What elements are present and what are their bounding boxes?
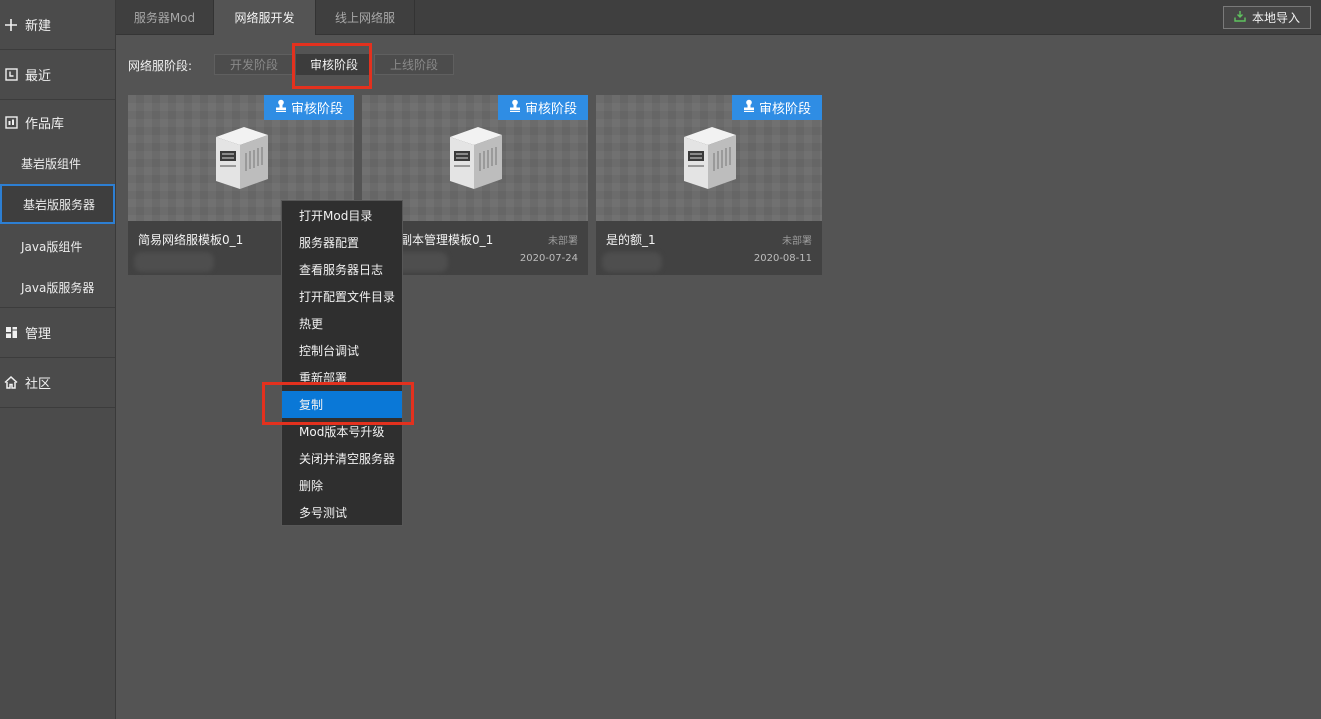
menu-item-view-logs[interactable]: 查看服务器日志 bbox=[282, 256, 402, 283]
plus-icon bbox=[4, 18, 18, 32]
redacted-text bbox=[134, 252, 214, 272]
stage-option-label: 审核阶段 bbox=[309, 58, 358, 72]
nav-new[interactable]: 新建 bbox=[0, 0, 115, 50]
server-card[interactable]: 审核阶段 是的额_1 未部署 2020-08-11 bbox=[596, 95, 822, 275]
card-date: 2020-08-11 bbox=[753, 253, 812, 264]
badge-label: 审核阶段 bbox=[290, 102, 343, 117]
nav-library[interactable]: 作品库 bbox=[0, 100, 115, 145]
nav-community-label: 社区 bbox=[25, 377, 52, 392]
sidebar-item-label: Java版组件 bbox=[21, 239, 83, 254]
sidebar: 新建 最近 作品库 基岩版组件 基岩版服务器 Java版组件 Java版服务器 … bbox=[0, 0, 116, 719]
menu-item-label: 打开配置文件目录 bbox=[299, 290, 396, 304]
stage-option-label: 上线阶段 bbox=[389, 58, 438, 72]
server-icon bbox=[450, 127, 502, 189]
tab-label: 网络服开发 bbox=[234, 11, 295, 25]
card-date: 2020-07-24 bbox=[519, 253, 578, 264]
nav-recent[interactable]: 最近 bbox=[0, 50, 115, 100]
badge-label: 审核阶段 bbox=[758, 102, 811, 117]
local-import-button[interactable]: 本地导入 bbox=[1223, 6, 1311, 29]
stage-badge: 审核阶段 bbox=[732, 95, 822, 120]
stage-review-button[interactable]: 审核阶段 bbox=[296, 54, 372, 75]
server-icon bbox=[684, 127, 736, 189]
user-stamp-icon bbox=[275, 99, 287, 116]
nav-community[interactable]: 社区 bbox=[0, 358, 115, 408]
sidebar-item-java-server[interactable]: Java版服务器 bbox=[0, 267, 115, 308]
menu-item-close-clear-server[interactable]: 关闭并清空服务器 bbox=[282, 445, 402, 472]
menu-item-redeploy[interactable]: 重新部署 bbox=[282, 364, 402, 391]
menu-item-server-config[interactable]: 服务器配置 bbox=[282, 229, 402, 256]
menu-item-label: 复制 bbox=[299, 398, 324, 412]
stage-dev-button[interactable]: 开发阶段 bbox=[214, 54, 294, 75]
local-import-label: 本地导入 bbox=[1251, 11, 1300, 25]
nav-manage[interactable]: 管理 bbox=[0, 308, 115, 358]
nav-manage-label: 管理 bbox=[25, 327, 52, 342]
menu-item-hot-update[interactable]: 热更 bbox=[282, 310, 402, 337]
user-stamp-icon bbox=[743, 99, 755, 116]
context-menu: 打开Mod目录 服务器配置 查看服务器日志 打开配置文件目录 热更 控制台调试 … bbox=[281, 200, 403, 526]
menu-item-open-config-dir[interactable]: 打开配置文件目录 bbox=[282, 283, 402, 310]
stage-badge: 审核阶段 bbox=[498, 95, 588, 120]
menu-item-open-mod-dir[interactable]: 打开Mod目录 bbox=[282, 202, 402, 229]
sidebar-item-label: 基岩版组件 bbox=[21, 156, 82, 171]
manage-icon bbox=[4, 326, 18, 340]
menu-item-label: 打开Mod目录 bbox=[299, 209, 373, 223]
deploy-status: 未部署 bbox=[548, 236, 578, 247]
server-icon bbox=[216, 127, 268, 189]
card-title: 线副本管理模板0_1 bbox=[388, 233, 494, 247]
sidebar-item-label: Java版服务器 bbox=[21, 280, 95, 295]
user-stamp-icon bbox=[509, 99, 521, 116]
home-icon bbox=[4, 376, 18, 390]
library-icon bbox=[4, 116, 18, 130]
badge-label: 审核阶段 bbox=[524, 102, 577, 117]
menu-item-label: 热更 bbox=[299, 317, 324, 331]
menu-item-console-debug[interactable]: 控制台调试 bbox=[282, 337, 402, 364]
tab-label: 线上网络服 bbox=[334, 11, 395, 25]
menu-item-label: 关闭并清空服务器 bbox=[299, 452, 396, 466]
card-thumbnail: 审核阶段 bbox=[596, 95, 822, 221]
menu-item-mod-version-upgrade[interactable]: Mod版本号升级 bbox=[282, 418, 402, 445]
clock-icon bbox=[4, 68, 18, 82]
tab-server-mod[interactable]: 服务器Mod bbox=[116, 0, 214, 35]
redacted-text bbox=[602, 252, 662, 272]
card-title: 是的额_1 bbox=[606, 233, 656, 247]
nav-new-label: 新建 bbox=[25, 19, 52, 34]
menu-item-copy[interactable]: 复制 bbox=[282, 391, 402, 418]
tab-network-server-dev[interactable]: 网络服开发 bbox=[214, 0, 316, 35]
tab-online-network-server[interactable]: 线上网络服 bbox=[316, 0, 415, 35]
top-tab-bar: 服务器Mod 网络服开发 线上网络服 本地导入 bbox=[116, 0, 1321, 35]
sidebar-item-bedrock-server[interactable]: 基岩版服务器 bbox=[0, 184, 115, 224]
sidebar-item-java-component[interactable]: Java版组件 bbox=[0, 226, 115, 266]
menu-item-label: 查看服务器日志 bbox=[299, 263, 384, 277]
sidebar-item-bedrock-component[interactable]: 基岩版组件 bbox=[0, 143, 115, 183]
deploy-status: 未部署 bbox=[782, 236, 812, 247]
stage-label: 网络服阶段: bbox=[128, 59, 193, 73]
download-icon bbox=[1234, 10, 1246, 25]
stage-option-label: 开发阶段 bbox=[229, 58, 278, 72]
menu-item-label: Mod版本号升级 bbox=[299, 425, 385, 439]
menu-item-label: 服务器配置 bbox=[299, 236, 360, 250]
nav-recent-label: 最近 bbox=[25, 69, 52, 84]
sidebar-item-label: 基岩版服务器 bbox=[23, 197, 96, 212]
tab-label: 服务器Mod bbox=[133, 11, 196, 25]
nav-library-label: 作品库 bbox=[25, 117, 65, 132]
card-title: 简易网络服模板0_1 bbox=[138, 233, 244, 247]
menu-item-label: 删除 bbox=[299, 479, 324, 493]
menu-item-delete[interactable]: 删除 bbox=[282, 472, 402, 499]
menu-item-label: 多号测试 bbox=[299, 506, 348, 520]
menu-item-label: 重新部署 bbox=[299, 371, 348, 385]
stage-online-button[interactable]: 上线阶段 bbox=[374, 54, 454, 75]
stage-badge: 审核阶段 bbox=[264, 95, 354, 120]
menu-item-multi-account-test[interactable]: 多号测试 bbox=[282, 499, 402, 526]
menu-item-label: 控制台调试 bbox=[299, 344, 360, 358]
